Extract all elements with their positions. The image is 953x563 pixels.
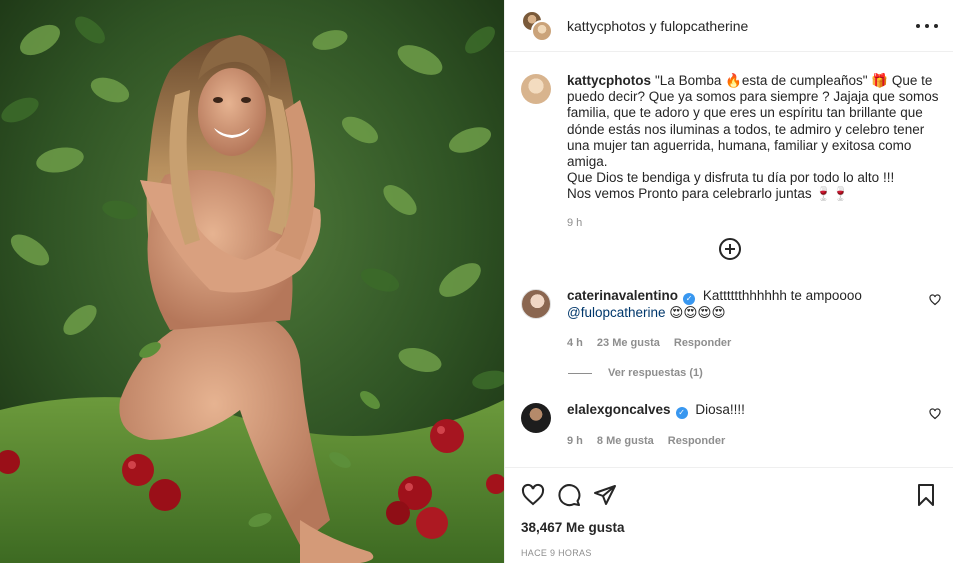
comment-text: Diosa!!!! (695, 402, 745, 417)
avatar[interactable] (521, 74, 551, 104)
more-horizontal-icon[interactable] (916, 18, 938, 34)
author-username[interactable]: kattycphotos (567, 18, 646, 34)
collaborator-username[interactable]: fulopcatherine (660, 18, 748, 34)
heart-icon[interactable] (521, 483, 545, 507)
avatar[interactable] (531, 19, 553, 42)
comment-item: caterinavalentino ✓ Katttttthhhhhh te amp… (521, 288, 941, 351)
post-caption: kattycphotos "La Bomba 🔥esta de cumpleaño… (521, 73, 938, 229)
dot (916, 24, 920, 28)
action-buttons (521, 482, 938, 508)
comment-mention[interactable]: @fulopcatherine (567, 305, 666, 320)
verified-badge-icon: ✓ (675, 407, 688, 419)
comment-meta: 9 h 8 Me gusta Responder (567, 433, 912, 449)
reply-button[interactable]: Responder (674, 335, 731, 351)
heart-icon[interactable] (929, 408, 941, 420)
dot (934, 24, 938, 28)
reply-button[interactable]: Responder (668, 433, 725, 449)
caption-username[interactable]: kattycphotos (567, 73, 651, 88)
comment-icon[interactable] (557, 483, 581, 507)
post-authors: kattycphotos y fulopcatherine (567, 18, 748, 34)
caption-line: Nos vemos Pronto para celebrarlo juntas … (567, 186, 849, 202)
comment-likes[interactable]: 23 Me gusta (597, 335, 660, 351)
post-actions: 38,467 Me gusta HACE 9 HORAS (505, 467, 953, 563)
avatar[interactable] (521, 289, 551, 319)
author-joiner: y (649, 17, 657, 34)
collab-avatars[interactable] (521, 9, 553, 42)
comment-likes[interactable]: 8 Me gusta (597, 433, 654, 449)
avatar[interactable] (521, 403, 551, 433)
photo-illustration (0, 0, 504, 563)
comment-timestamp[interactable]: 4 h (567, 335, 583, 351)
comment-text: Katttttthhhhhh te ampoooo (702, 288, 862, 303)
caption-text: kattycphotos "La Bomba 🔥esta de cumpleaño… (567, 73, 947, 203)
verified-badge-icon: ✓ (683, 293, 696, 305)
comment-meta: 4 h 23 Me gusta Responder (567, 335, 912, 351)
plus-circle-icon[interactable] (719, 238, 741, 260)
comment-emojis: 😍😍😍😍 (669, 305, 726, 320)
post-header: kattycphotos y fulopcatherine (505, 0, 953, 52)
paper-plane-icon[interactable] (593, 483, 617, 507)
heart-icon[interactable] (929, 294, 941, 306)
caption-line: Que Dios te bendiga y disfruta tu día po… (567, 170, 895, 186)
post-photo[interactable] (0, 0, 504, 563)
bookmark-icon[interactable] (914, 483, 938, 507)
post-details-panel: kattycphotos y fulopcatherine kattycphot… (504, 0, 953, 563)
view-replies-button[interactable]: Ver respuestas (1) (568, 367, 703, 379)
post-timestamp[interactable]: HACE 9 HORAS (521, 548, 938, 558)
caption-timestamp[interactable]: 9 h (567, 217, 947, 229)
comment-body: elalexgoncalves ✓ Diosa!!!! 9 h 8 Me gust… (567, 402, 912, 449)
comment-username[interactable]: elalexgoncalves (567, 402, 671, 417)
comment-timestamp[interactable]: 9 h (567, 433, 583, 449)
likes-count[interactable]: 38,467 Me gusta (521, 520, 938, 535)
comment-body: caterinavalentino ✓ Katttttthhhhhh te amp… (567, 288, 912, 351)
view-replies-label: Ver respuestas (1) (608, 367, 703, 379)
comment-username[interactable]: caterinavalentino (567, 288, 678, 303)
comment-item: elalexgoncalves ✓ Diosa!!!! 9 h 8 Me gust… (521, 402, 941, 449)
dot (925, 24, 929, 28)
divider-line (568, 372, 592, 374)
